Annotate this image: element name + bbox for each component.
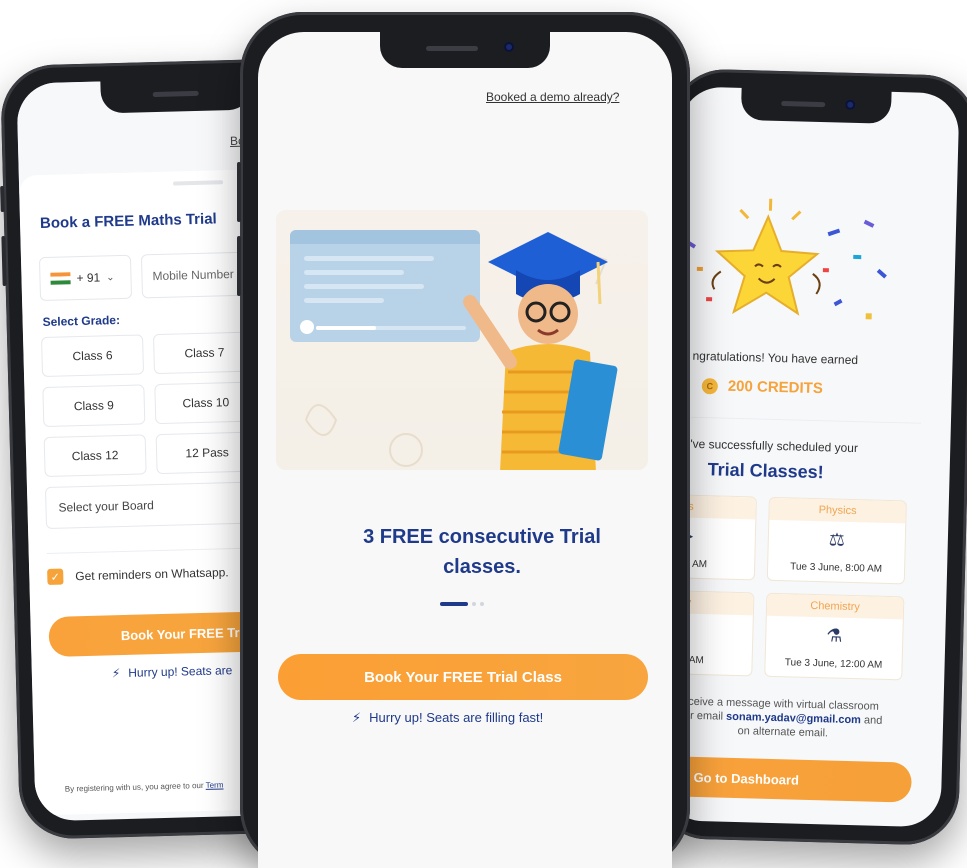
class-subject: Chemistry xyxy=(766,593,904,620)
trial-headline: 3 FREE consecutive Trial classes. xyxy=(363,526,601,578)
sheet-drag-handle[interactable] xyxy=(173,180,224,186)
class-card[interactable]: Chemistry ⚗︎ Tue 3 June, 12:00 AM xyxy=(764,592,905,681)
mockup-stage: Bo Book a FREE Maths Trial + 91 ⌄ Mobile… xyxy=(0,0,967,868)
flask-icon: ⚗︎ xyxy=(826,625,843,646)
select-grade-label: Select Grade: xyxy=(42,313,121,330)
video-progress xyxy=(316,326,466,330)
carousel-dot-active[interactable] xyxy=(440,602,468,606)
phone-notch xyxy=(380,30,550,68)
phone-right: ngratulations! You have earned C 200 CRE… xyxy=(651,68,967,846)
star-mascot-icon xyxy=(687,198,887,320)
text-line xyxy=(304,256,434,261)
phone-notch xyxy=(100,75,252,114)
booking-title: Book a FREE Maths Trial xyxy=(39,210,217,233)
message-line-2-suffix: and xyxy=(863,714,883,727)
class-datetime: Tue 3 June, 12:00 AM xyxy=(784,657,883,671)
board-placeholder: Select your Board xyxy=(58,498,155,515)
checkmark-icon: ✓ xyxy=(47,568,64,585)
class-datetime: Tue 3 June, 8:00 AM xyxy=(790,561,883,575)
hurry-notice: ⚡︎ Hurry up! Seats are filling fast! xyxy=(352,710,543,726)
phone-side-button xyxy=(0,185,5,213)
hurry-notice: ⚡︎ Hurry up! Seats are xyxy=(112,663,233,680)
credits-earned: C 200 CREDITS xyxy=(701,377,824,398)
grade-option[interactable]: Class 6 xyxy=(41,334,145,378)
text-line xyxy=(304,270,404,275)
carousel-dot[interactable] xyxy=(480,602,484,606)
phone-side-button xyxy=(1,235,7,287)
user-email: sonam.yadav@gmail.com xyxy=(725,710,862,727)
speaker-grille xyxy=(152,90,199,98)
phone-notch xyxy=(740,85,892,124)
booked-demo-link[interactable]: Booked a demo already? xyxy=(486,90,619,104)
hurry-text: Hurry up! Seats are xyxy=(128,663,233,680)
whatsapp-reminder-checkbox[interactable]: ✓ Get reminders on Whatsapp. xyxy=(47,564,229,585)
lightning-icon: ⚡︎ xyxy=(111,666,121,681)
terms-notice: By registering with us, you agree to our… xyxy=(65,780,224,793)
hero-illustration xyxy=(276,210,648,470)
india-flag-icon xyxy=(50,271,71,286)
hurry-text: Hurry up! Seats are filling fast! xyxy=(369,710,544,725)
scheduled-text: 've successfully scheduled your xyxy=(690,436,859,456)
credits-value: 200 CREDITS xyxy=(727,377,824,398)
mobile-placeholder: Mobile Number xyxy=(152,267,235,284)
class-card[interactable]: Physics ⚖ Tue 3 June, 8:00 AM xyxy=(766,496,907,585)
phone-side-button xyxy=(237,236,241,296)
grade-grid: Class 6 Class 7 Class 9 Class 10 Class 1… xyxy=(41,331,259,478)
go-to-dashboard-button[interactable]: Go to Dashboard xyxy=(662,755,913,803)
coin-icon: C xyxy=(701,377,719,394)
text-line xyxy=(304,284,424,289)
front-camera xyxy=(504,42,514,52)
country-code-select[interactable]: + 91 ⌄ xyxy=(38,254,133,302)
divider xyxy=(690,416,921,424)
trial-classes-title: Trial Classes! xyxy=(707,459,824,483)
terms-text: By registering with us, you agree to our xyxy=(64,780,204,794)
lightning-icon: ⚡︎ xyxy=(352,710,362,725)
country-code-value: + 91 xyxy=(76,270,101,286)
trial-intro-screen: Booked a demo already? 3 FREE consecutiv… xyxy=(258,32,672,868)
scheduled-classes-grid: aths ► ne, 10:00 AM Physics ⚖ Tue 3 June… xyxy=(662,494,907,681)
text-line xyxy=(304,298,384,303)
grade-option[interactable]: Class 12 xyxy=(43,434,147,478)
grade-option[interactable]: Class 9 xyxy=(42,384,146,428)
confirmation-screen: ngratulations! You have earned C 200 CRE… xyxy=(662,86,960,828)
message-line-3: on alternate email. xyxy=(737,725,829,740)
reminder-label: Get reminders on Whatsapp. xyxy=(75,565,229,584)
carousel-indicator[interactable] xyxy=(440,602,484,606)
speaker-grille xyxy=(781,100,826,108)
phone-center: Booked a demo already? 3 FREE consecutiv… xyxy=(237,12,690,868)
physics-icon: ⚖ xyxy=(828,529,846,550)
virtual-classroom-message: ceive a message with virtual classroom u… xyxy=(665,694,902,742)
front-camera xyxy=(845,99,856,110)
book-trial-button[interactable]: Book Your FREE Trial Class xyxy=(278,654,648,700)
chevron-down-icon: ⌄ xyxy=(106,271,115,283)
speaker-grille xyxy=(426,46,478,51)
congrats-text: ngratulations! You have earned xyxy=(692,348,859,368)
play-icon xyxy=(300,320,314,334)
phone-side-button xyxy=(237,162,241,222)
class-subject: Physics xyxy=(769,497,906,524)
graduate-student-icon xyxy=(463,232,618,470)
terms-link[interactable]: Term xyxy=(206,780,224,789)
carousel-dot[interactable] xyxy=(472,602,476,606)
